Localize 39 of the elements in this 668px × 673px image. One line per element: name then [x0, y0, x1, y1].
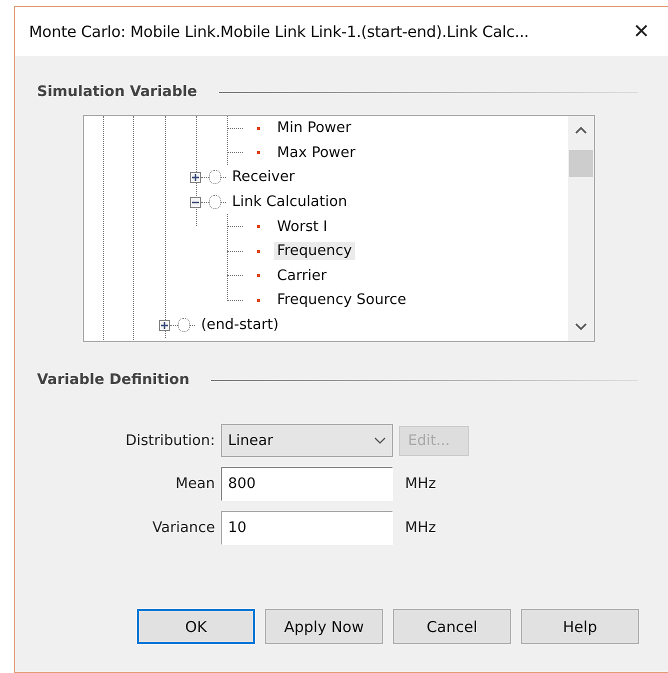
- input-field[interactable]: 10: [221, 511, 393, 545]
- leaf-icon: [257, 298, 260, 302]
- window-title: Monte Carlo: Mobile Link.Mobile Link Link-1.(start-end).Link Calc...: [29, 22, 529, 40]
- dialog-button[interactable]: OK: [137, 609, 255, 644]
- unit-label: MHz: [404, 476, 438, 492]
- leaf-icon: [257, 126, 260, 130]
- leaf-icon: [257, 225, 260, 228]
- unit-label: MHz: [404, 520, 438, 536]
- tree-item[interactable]: Receiver: [229, 168, 298, 186]
- tree-item[interactable]: Worst I: [274, 218, 330, 236]
- scroll-down-icon[interactable]: [575, 323, 587, 331]
- scroll-up-icon[interactable]: [575, 126, 587, 134]
- tree-item[interactable]: (end-start): [198, 316, 282, 334]
- dialog-button[interactable]: Help: [521, 609, 639, 644]
- section-heading: Variable Definition: [37, 372, 190, 388]
- leaf-icon: [257, 274, 260, 278]
- dialog-button[interactable]: Apply Now: [265, 609, 383, 644]
- leaf-icon: [257, 250, 260, 253]
- distribution-dropdown[interactable]: Linear: [221, 424, 393, 457]
- scroll-thumb[interactable]: [569, 150, 593, 177]
- scrollbar[interactable]: [568, 116, 594, 341]
- tree-item[interactable]: Max Power: [274, 144, 358, 162]
- chevron-down-icon: [374, 437, 386, 444]
- expand-icon[interactable]: [190, 172, 201, 183]
- leaf-icon: [257, 151, 260, 154]
- tree-item[interactable]: Frequency: [274, 242, 355, 260]
- tree-item[interactable]: Frequency Source: [274, 291, 410, 310]
- collapse-icon[interactable]: [190, 196, 201, 208]
- expand-icon[interactable]: [159, 320, 170, 331]
- field-label: Mean: [174, 476, 215, 492]
- section-heading: Simulation Variable: [37, 84, 198, 100]
- dialog-button[interactable]: Cancel: [393, 609, 511, 644]
- tree-item[interactable]: Link Calculation: [229, 193, 350, 212]
- field-label: Distribution:: [124, 432, 215, 448]
- tree-item[interactable]: Min Power: [274, 119, 354, 138]
- input-field[interactable]: 800: [221, 467, 393, 501]
- field-label: Variance: [151, 520, 215, 536]
- tree-item[interactable]: Carrier: [274, 266, 330, 285]
- close-button[interactable]: ✕: [629, 19, 654, 44]
